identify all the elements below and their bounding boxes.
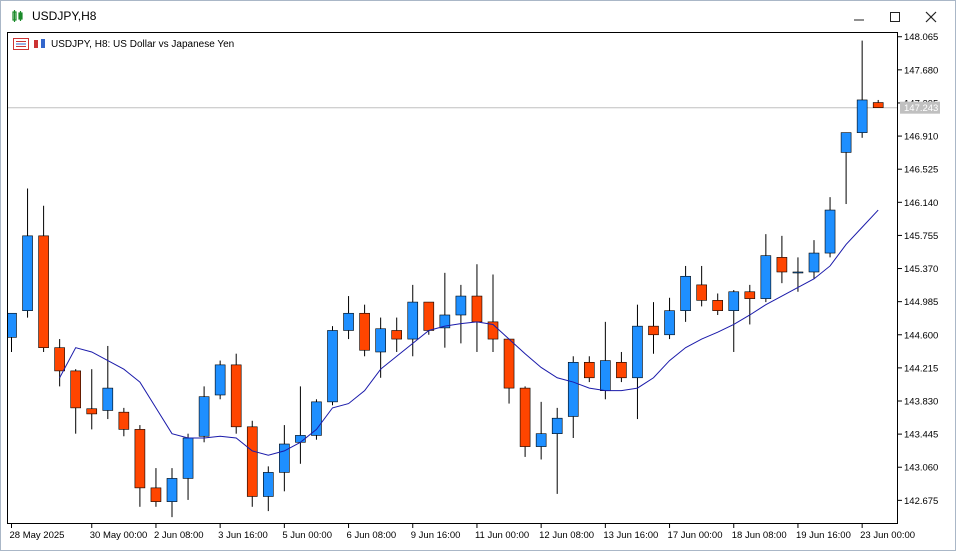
window-title: USDJPY,H8 [32,9,97,23]
y-axis-label: 142.675 [904,496,938,507]
x-axis-label: 11 Jun 00:00 [475,530,529,541]
y-axis-label: 144.215 [904,363,938,374]
y-axis-label: 143.060 [904,463,938,474]
y-axis-label: 147.680 [904,65,938,76]
chart-properties-icon[interactable] [33,38,47,50]
y-axis-label: 144.985 [904,297,938,308]
x-axis-label: 30 May 00:00 [90,530,148,541]
x-axis-label: 13 Jun 16:00 [603,530,658,541]
x-axis-label: 19 Jun 16:00 [796,530,851,541]
y-axis-label: 145.370 [904,264,938,275]
chart-info-label: USDJPY, H8: US Dollar vs Japanese Yen [13,38,234,50]
chart-symbol-description: USDJPY, H8: US Dollar vs Japanese Yen [51,38,235,50]
title-bar[interactable]: USDJPY,H8 [1,1,955,32]
y-axis-label: 146.140 [904,198,938,209]
close-icon [925,11,937,22]
x-axis-label: 2 Jun 08:00 [154,530,204,541]
x-axis-label: 18 Jun 08:00 [732,530,787,541]
maximize-icon [890,11,900,22]
current-price-label: 147.243 [904,103,938,114]
x-axis-label: 17 Jun 00:00 [668,530,723,541]
x-axis-label: 9 Jun 16:00 [411,530,461,541]
x-axis-label: 23 Jun 00:00 [860,530,915,541]
x-axis-label: 5 Jun 00:00 [282,530,332,541]
y-axis-label: 146.525 [904,165,938,176]
x-axis-label: 28 May 2025 [10,530,65,541]
x-axis-label: 6 Jun 08:00 [347,530,397,541]
x-axis-label: 3 Jun 16:00 [218,530,268,541]
maximize-button[interactable] [878,1,912,32]
x-axis-label: 12 Jun 08:00 [539,530,594,541]
chart-area[interactable]: 148.065147.680147.295146.910146.525146.1… [7,32,951,548]
y-axis-label: 144.600 [904,330,938,341]
minimize-button[interactable] [842,1,876,32]
close-button[interactable] [914,1,948,32]
chart-window: USDJPY,H8 148.065147.680147.295146.91014… [0,0,956,551]
y-axis-label: 143.445 [904,430,938,441]
minimize-icon [854,19,864,20]
y-axis-label: 143.830 [904,397,938,408]
y-axis-label: 146.910 [904,132,938,143]
y-axis-label: 145.755 [904,231,938,242]
chart-plot-frame [7,32,898,524]
y-axis-label: 148.065 [904,32,938,43]
chart-window-icon [11,9,25,28]
chart-list-icon[interactable] [13,38,29,50]
